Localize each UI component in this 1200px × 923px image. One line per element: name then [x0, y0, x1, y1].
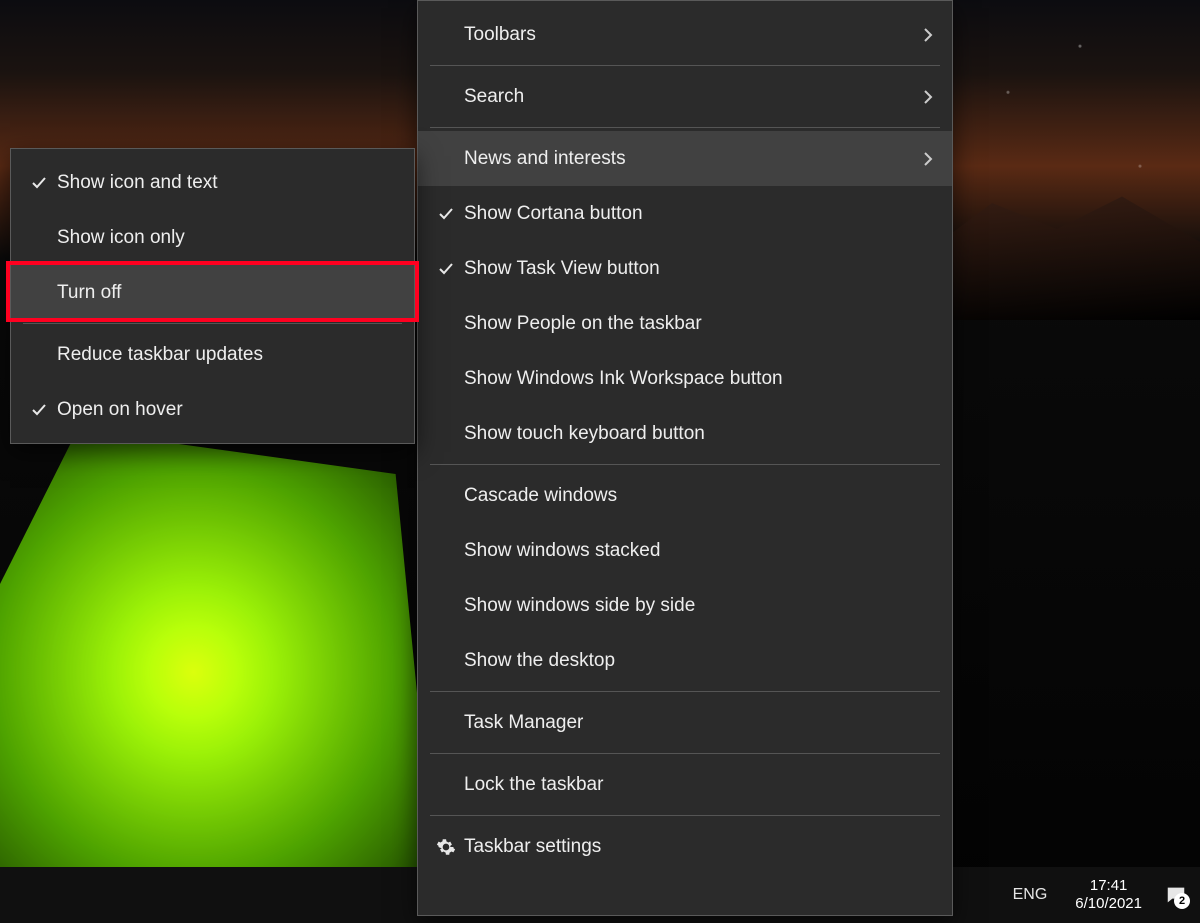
system-tray: ENG 17:41 6/10/2021 2 — [1003, 867, 1200, 923]
check-icon — [21, 401, 57, 419]
menu-label: Show People on the taskbar — [464, 313, 934, 335]
menu-item-lock-taskbar[interactable]: Lock the taskbar — [418, 757, 952, 812]
action-center-icon[interactable]: 2 — [1160, 879, 1192, 911]
menu-label: Search — [464, 86, 914, 108]
menu-item-show-windows-stacked[interactable]: Show windows stacked — [418, 523, 952, 578]
submenu-item-open-on-hover[interactable]: Open on hover — [11, 382, 414, 437]
menu-separator — [23, 323, 402, 324]
wallpaper-tent — [0, 430, 430, 870]
menu-item-taskbar-settings[interactable]: Taskbar settings — [418, 819, 952, 874]
menu-label: Toolbars — [464, 24, 914, 46]
menu-label: Reduce taskbar updates — [57, 344, 396, 366]
menu-item-show-the-desktop[interactable]: Show the desktop — [418, 633, 952, 688]
submenu-item-show-icon-and-text[interactable]: Show icon and text — [11, 155, 414, 210]
menu-label: Task Manager — [464, 712, 934, 734]
menu-label: Show Windows Ink Workspace button — [464, 368, 934, 390]
menu-item-search[interactable]: Search — [418, 69, 952, 124]
submenu-item-turn-off[interactable]: Turn off — [11, 265, 414, 320]
menu-separator — [430, 464, 940, 465]
menu-label: Turn off — [57, 282, 396, 304]
submenu-item-reduce-taskbar-updates[interactable]: Reduce taskbar updates — [11, 327, 414, 382]
notification-badge: 2 — [1174, 893, 1190, 909]
check-icon — [21, 174, 57, 192]
menu-item-cascade-windows[interactable]: Cascade windows — [418, 468, 952, 523]
menu-label: Open on hover — [57, 399, 396, 421]
clock[interactable]: 17:41 6/10/2021 — [1067, 877, 1150, 913]
check-icon — [428, 205, 464, 223]
clock-date: 6/10/2021 — [1075, 895, 1142, 913]
menu-item-show-windows-side-by-side[interactable]: Show windows side by side — [418, 578, 952, 633]
menu-separator — [430, 65, 940, 66]
menu-item-show-touch-keyboard[interactable]: Show touch keyboard button — [418, 406, 952, 461]
chevron-right-icon — [914, 27, 934, 43]
menu-separator — [430, 815, 940, 816]
submenu-item-show-icon-only[interactable]: Show icon only — [11, 210, 414, 265]
menu-label: Show icon only — [57, 227, 396, 249]
menu-label: News and interests — [464, 148, 914, 170]
menu-separator — [430, 127, 940, 128]
menu-item-toolbars[interactable]: Toolbars — [418, 7, 952, 62]
language-indicator[interactable]: ENG — [1003, 886, 1058, 904]
menu-item-show-task-view-button[interactable]: Show Task View button — [418, 241, 952, 296]
menu-item-show-ink-workspace[interactable]: Show Windows Ink Workspace button — [418, 351, 952, 406]
menu-label: Show windows side by side — [464, 595, 934, 617]
taskbar-context-menu: Toolbars Search News and interests Show … — [417, 0, 953, 916]
menu-label: Show the desktop — [464, 650, 934, 672]
menu-label: Show touch keyboard button — [464, 423, 934, 445]
menu-item-show-cortana-button[interactable]: Show Cortana button — [418, 186, 952, 241]
clock-time: 17:41 — [1090, 877, 1128, 895]
menu-label: Cascade windows — [464, 485, 934, 507]
menu-item-task-manager[interactable]: Task Manager — [418, 695, 952, 750]
menu-label: Show windows stacked — [464, 540, 934, 562]
news-interests-submenu: Show icon and text Show icon only Turn o… — [10, 148, 415, 444]
menu-item-show-people[interactable]: Show People on the taskbar — [418, 296, 952, 351]
menu-label: Show icon and text — [57, 172, 396, 194]
chevron-right-icon — [914, 151, 934, 167]
menu-label: Taskbar settings — [464, 836, 934, 858]
menu-separator — [430, 691, 940, 692]
gear-icon — [428, 837, 464, 857]
menu-label: Show Cortana button — [464, 203, 934, 225]
menu-label: Show Task View button — [464, 258, 934, 280]
chevron-right-icon — [914, 89, 934, 105]
menu-label: Lock the taskbar — [464, 774, 934, 796]
menu-item-news-and-interests[interactable]: News and interests — [418, 131, 952, 186]
menu-separator — [430, 753, 940, 754]
check-icon — [428, 260, 464, 278]
